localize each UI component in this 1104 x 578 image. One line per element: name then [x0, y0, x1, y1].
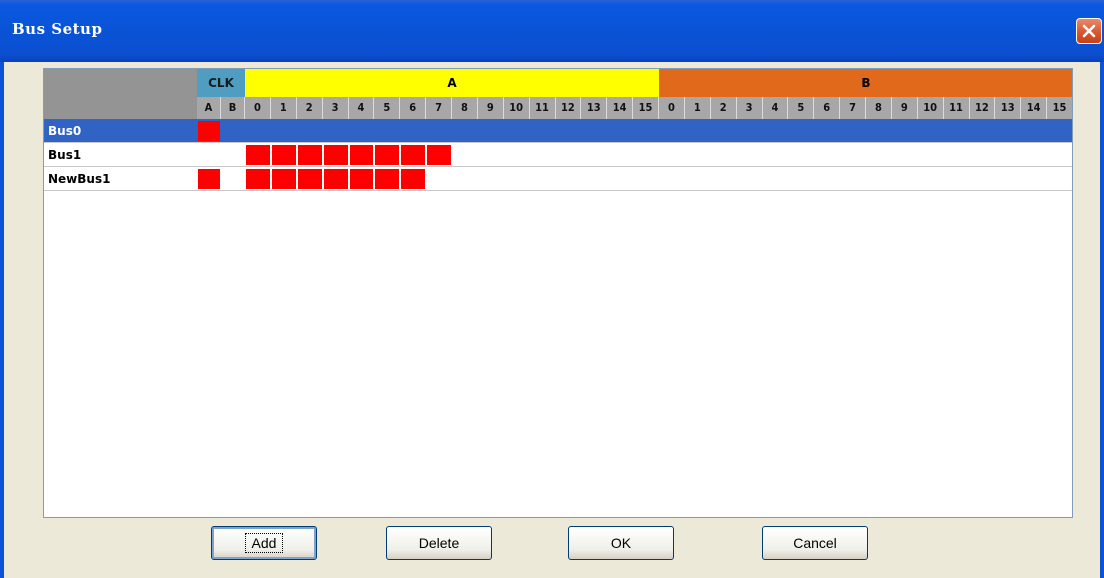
column-header-a-1: 1: [270, 97, 297, 119]
column-header-a-6: 6: [400, 97, 427, 119]
add-button-label: Add: [244, 533, 284, 553]
column-header-b-0: 0: [659, 97, 685, 119]
assigned-cell-a-4[interactable]: [349, 169, 374, 189]
column-header-a-11: 11: [529, 97, 556, 119]
assigned-cell-a-1[interactable]: [271, 169, 296, 189]
group-header-a: A: [245, 69, 659, 97]
assigned-cell-a-3[interactable]: [323, 169, 348, 189]
table-row[interactable]: Bus0: [44, 119, 1072, 143]
title-bar[interactable]: Bus Setup: [0, 0, 1104, 62]
column-header-b-2: 2: [710, 97, 737, 119]
close-icon: [1082, 24, 1096, 38]
column-header-a-14: 14: [607, 97, 634, 119]
column-header-a-9: 9: [477, 97, 504, 119]
column-header-b-1: 1: [684, 97, 711, 119]
assigned-cell-a-6[interactable]: [401, 169, 426, 189]
column-header-row: A B 0 1 2 3 4 5 6 7 8 9 10 11 12 13 14 15 0 1 2 3 4 5 6 7 8 9 10 11 12…: [197, 97, 1072, 119]
grid-header-corner: [44, 69, 197, 119]
column-header-b-5: 5: [788, 97, 815, 119]
assigned-cell-a-1[interactable]: [271, 145, 296, 165]
column-header-a-2: 2: [296, 97, 323, 119]
bus-name: Bus1: [48, 148, 82, 162]
ok-button-label: OK: [610, 535, 632, 551]
assigned-cell-a-7[interactable]: [427, 145, 451, 165]
column-header-b-12: 12: [969, 97, 996, 119]
cancel-button-label: Cancel: [793, 535, 837, 551]
group-header-b: B: [659, 69, 1072, 97]
assigned-cell-a-0[interactable]: [246, 145, 270, 165]
bus-setup-dialog: Bus Setup CLK A B A B 0 1 2 3 4 5 6 7 8 9 10 11 12 13 14…: [0, 0, 1104, 578]
assigned-cell-a-3[interactable]: [323, 145, 348, 165]
column-header-b-8: 8: [866, 97, 892, 119]
assigned-cell-a-5[interactable]: [375, 145, 400, 165]
close-button[interactable]: [1076, 18, 1102, 44]
column-header-b-13: 13: [995, 97, 1022, 119]
column-header-b-3: 3: [736, 97, 763, 119]
add-button[interactable]: Add: [211, 526, 317, 560]
bus-name: NewBus1: [48, 172, 111, 186]
window-title: Bus Setup: [12, 20, 103, 38]
column-header-b-14: 14: [1021, 97, 1048, 119]
assigned-cell-clk-A[interactable]: [198, 121, 220, 141]
window-border-right: [1100, 62, 1104, 578]
assigned-cell-clk-A[interactable]: [198, 169, 220, 189]
ok-button[interactable]: OK: [568, 526, 674, 560]
assigned-cell-a-2[interactable]: [297, 145, 322, 165]
column-header-a-12: 12: [555, 97, 582, 119]
column-header-clk-B: B: [221, 97, 245, 119]
column-header-a-3: 3: [322, 97, 349, 119]
assigned-cell-a-2[interactable]: [297, 169, 322, 189]
column-header-b-6: 6: [814, 97, 841, 119]
bus-grid[interactable]: CLK A B A B 0 1 2 3 4 5 6 7 8 9 10 11 12 13 14 15 0 1 2 3 4 5 6 7…: [43, 68, 1073, 518]
column-header-b-4: 4: [762, 97, 789, 119]
cancel-button[interactable]: Cancel: [762, 526, 868, 560]
column-header-b-7: 7: [840, 97, 866, 119]
assigned-cell-a-4[interactable]: [349, 145, 374, 165]
column-header-a-15: 15: [633, 97, 659, 119]
column-header-a-0: 0: [245, 97, 271, 119]
column-header-a-10: 10: [503, 97, 530, 119]
window-border-left: [0, 62, 4, 578]
column-header-a-8: 8: [452, 97, 478, 119]
column-header-clk-A: A: [197, 97, 221, 119]
delete-button-label: Delete: [418, 535, 460, 551]
assigned-cell-a-6[interactable]: [401, 145, 426, 165]
column-header-a-5: 5: [374, 97, 401, 119]
group-header-clk: CLK: [197, 69, 245, 97]
column-header-b-15: 15: [1047, 97, 1072, 119]
table-row[interactable]: Bus1: [44, 143, 1072, 167]
column-header-a-4: 4: [348, 97, 375, 119]
assigned-cell-a-0[interactable]: [246, 169, 270, 189]
table-row[interactable]: NewBus1: [44, 167, 1072, 191]
assigned-cell-a-5[interactable]: [375, 169, 400, 189]
column-header-a-13: 13: [581, 97, 608, 119]
column-header-a-7: 7: [426, 97, 452, 119]
delete-button[interactable]: Delete: [386, 526, 492, 560]
column-header-b-9: 9: [891, 97, 918, 119]
column-header-b-11: 11: [943, 97, 970, 119]
column-header-b-10: 10: [917, 97, 944, 119]
bus-name: Bus0: [48, 124, 82, 138]
